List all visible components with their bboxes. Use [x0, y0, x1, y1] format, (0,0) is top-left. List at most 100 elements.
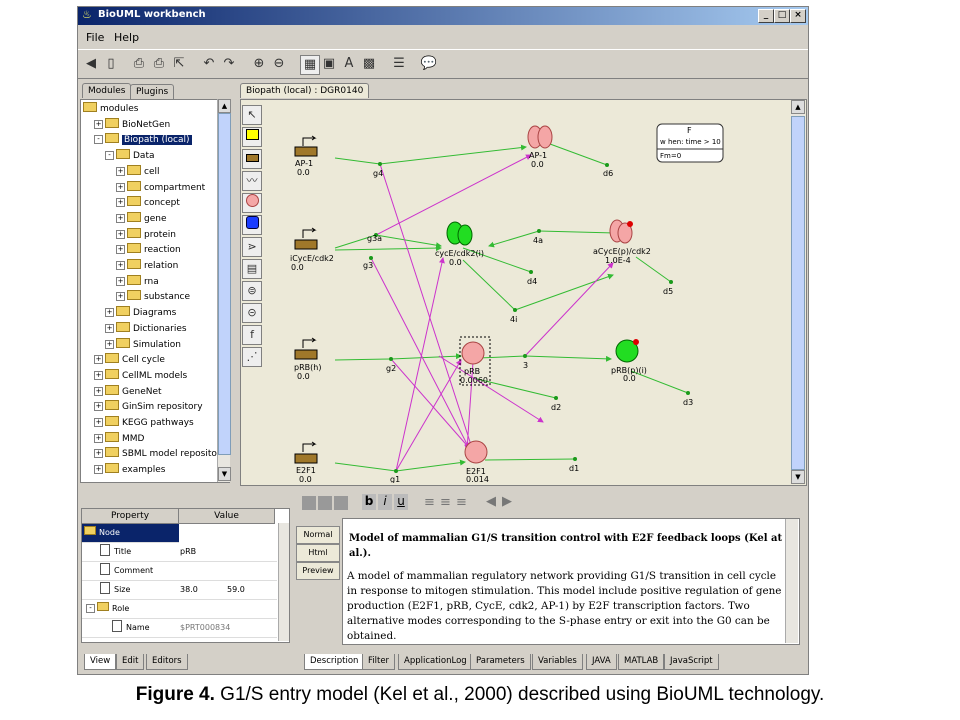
options-icon[interactable]: ☰ [390, 55, 408, 73]
edge-icon[interactable]: ⋰ [242, 347, 262, 367]
equation-icon[interactable]: ⊜ [242, 281, 262, 301]
expand-icon[interactable]: + [94, 119, 103, 129]
tab-modules[interactable]: Modules [82, 83, 132, 98]
scroll-thumb[interactable] [791, 116, 805, 470]
property-row[interactable]: Name $PRT000834 [82, 619, 277, 638]
expand-icon[interactable]: + [94, 433, 103, 443]
tree-node[interactable]: + substance [116, 290, 190, 304]
diagram-scrollbar[interactable]: ▲ ▼ [791, 100, 805, 484]
menu-file[interactable]: File [86, 31, 104, 44]
tab-editors[interactable]: Editors [146, 654, 188, 670]
next-icon[interactable]: ▶ [502, 494, 512, 509]
wave-icon[interactable]: 〰 [242, 171, 262, 191]
scroll-up-icon[interactable]: ▲ [218, 99, 231, 113]
tree-scrollbar[interactable]: ▲ ▼ [217, 99, 231, 482]
tree-node[interactable]: + reaction [116, 243, 181, 257]
print-preview-icon[interactable]: ⎙ [150, 55, 168, 73]
expand-icon[interactable]: + [116, 261, 125, 270]
tab-applicationlog[interactable]: ApplicationLog [398, 654, 473, 670]
tab-diagram[interactable]: Biopath (local) : DGR0140 [240, 83, 370, 98]
zoom-out-icon[interactable]: ⊖ [270, 55, 288, 73]
tree-node[interactable]: modules [83, 102, 138, 116]
tree-node[interactable]: + Simulation [105, 337, 181, 352]
minimize-button[interactable]: _ [758, 9, 774, 23]
equation2-icon[interactable]: ⊝ [242, 303, 262, 323]
expand-icon[interactable]: + [94, 418, 103, 427]
scroll-up-icon[interactable]: ▲ [791, 100, 805, 114]
protein-node[interactable]: pRB(p)(i) 0.0 [611, 339, 647, 383]
tree-node[interactable]: + gene [116, 211, 167, 226]
property-row[interactable]: Size 38.0 59.0 [82, 581, 277, 600]
expand-icon[interactable]: + [116, 198, 125, 208]
underline-button[interactable]: u [394, 494, 408, 510]
description-editor[interactable]: Model of mammalian G1/S transition contr… [342, 518, 800, 645]
scroll-down-icon[interactable]: ▼ [218, 467, 231, 481]
new-icon[interactable]: ▯ [102, 55, 120, 73]
maximize-button[interactable]: □ [774, 9, 790, 23]
tree-node[interactable]: + GinSim repository [94, 400, 203, 414]
layout-icon[interactable]: ▦ [300, 55, 320, 75]
protein-node[interactable]: AP-1 0.0 [527, 125, 553, 169]
tree-node[interactable]: + SBML model repository [94, 447, 226, 461]
html-button[interactable]: Html [296, 544, 340, 562]
tab-matlab[interactable]: MATLAB [618, 654, 665, 670]
expand-icon[interactable]: + [94, 402, 103, 412]
property-value[interactable]: pRB [180, 543, 196, 561]
protein-node[interactable]: E2F1 0.014 [464, 440, 489, 483]
expand-icon[interactable]: + [94, 386, 103, 396]
paste-icon[interactable] [334, 496, 348, 510]
tree-node[interactable]: + cell [116, 164, 160, 179]
prev-icon[interactable]: ◀ [486, 494, 496, 509]
gene-node[interactable]: E2F1 0.0 [294, 441, 318, 483]
tab-edit[interactable]: Edit [116, 654, 145, 670]
expand-icon[interactable]: + [116, 182, 125, 192]
expand-icon[interactable]: + [116, 166, 125, 176]
tree-node[interactable]: + protein [116, 227, 176, 242]
tree-node[interactable]: + KEGG pathways [94, 416, 194, 430]
tree-node[interactable]: + compartment [116, 180, 205, 195]
protein-node[interactable]: aCycE(p)/cdk2 1.0E-4 [593, 219, 651, 265]
property-value-2[interactable]: 59.0 [227, 581, 245, 599]
collapse-icon[interactable]: - [94, 135, 103, 145]
preview-button[interactable]: Preview [296, 562, 340, 580]
property-value[interactable]: $PRT000834 [180, 619, 230, 637]
expand-icon[interactable]: + [94, 355, 103, 365]
help-icon[interactable]: 💬 [420, 55, 438, 73]
expand-icon[interactable]: + [105, 323, 114, 333]
tab-variables[interactable]: Variables [532, 654, 583, 670]
title-bar[interactable]: ♨ BioUML workbench _ □ × [78, 7, 808, 25]
tree-node[interactable]: + BioNetGen [94, 117, 170, 132]
property-row[interactable]: - Role [82, 600, 277, 619]
normal-button[interactable]: Normal [296, 526, 340, 544]
gene-node[interactable]: iCycE/cdk2 0.0 [290, 227, 334, 272]
expand-icon[interactable]: + [116, 229, 125, 239]
zoom-in-icon[interactable]: ⊕ [250, 55, 268, 73]
redo-icon[interactable]: ↷ [220, 55, 238, 73]
reaction-icon[interactable]: ⋗ [242, 237, 262, 257]
expand-icon[interactable]: + [94, 370, 103, 380]
tree-node[interactable]: + Dictionaries [105, 321, 187, 336]
tab-java[interactable]: JAVA [586, 654, 617, 670]
back-icon[interactable]: ◀ [82, 55, 100, 73]
tree-node[interactable]: + Cell cycle [94, 353, 165, 367]
tab-parameters[interactable]: Parameters [470, 654, 531, 670]
gene-node[interactable]: pRB(h) 0.0 [294, 337, 321, 381]
collapse-icon[interactable]: - [105, 151, 114, 161]
expand-icon[interactable]: + [105, 308, 114, 318]
expand-icon[interactable]: + [116, 213, 125, 223]
tab-plugins[interactable]: Plugins [130, 84, 175, 99]
align-center-icon[interactable]: ≡ [440, 495, 451, 510]
tree-node[interactable]: + rna [116, 274, 159, 289]
gene-icon[interactable] [242, 149, 262, 169]
tree-node[interactable]: + CellML models [94, 368, 187, 383]
property-row[interactable]: Title pRB [82, 543, 277, 562]
italic-button[interactable]: i [378, 494, 392, 510]
protein-pink-icon[interactable] [242, 193, 262, 213]
tab-filter[interactable]: Filter [362, 654, 396, 670]
copy-icon[interactable] [318, 496, 332, 510]
scroll-down-icon[interactable]: ▼ [791, 470, 805, 484]
bold-button[interactable]: b [362, 494, 376, 510]
expand-icon[interactable]: + [116, 245, 125, 255]
expand-icon[interactable]: + [94, 465, 103, 475]
expand-icon[interactable]: + [105, 339, 114, 349]
